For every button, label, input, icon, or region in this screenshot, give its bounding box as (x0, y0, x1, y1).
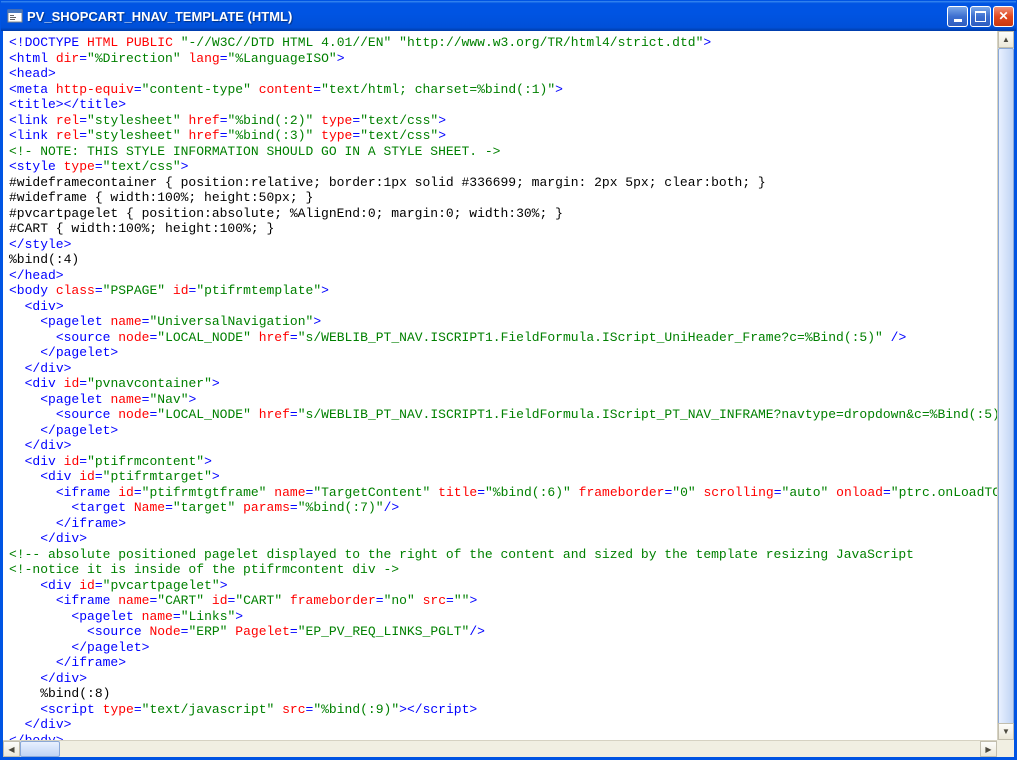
code-line[interactable]: </head> (9, 268, 991, 284)
code-line[interactable]: <source node="LOCAL_NODE" href="s/WEBLIB… (9, 330, 991, 346)
code-line[interactable]: #CART { width:100%; height:100%; } (9, 221, 991, 237)
titlebar[interactable]: PV_SHOPCART_HNAV_TEMPLATE (HTML) (1, 1, 1016, 31)
close-button[interactable] (993, 6, 1014, 27)
code-line[interactable]: <script type="text/javascript" src="%bin… (9, 702, 991, 718)
maximize-button[interactable] (970, 6, 991, 27)
minimize-button[interactable] (947, 6, 968, 27)
code-line[interactable]: <title></title> (9, 97, 991, 113)
code-line[interactable]: <iframe id="ptifrmtgtframe" name="Target… (9, 485, 991, 501)
window-title: PV_SHOPCART_HNAV_TEMPLATE (HTML) (27, 9, 947, 24)
code-line[interactable]: %bind(:8) (9, 686, 991, 702)
code-line[interactable]: <body class="PSPAGE" id="ptifrmtemplate"… (9, 283, 991, 299)
code-line[interactable]: </body> (9, 733, 991, 741)
code-line[interactable]: <!- NOTE: THIS STYLE INFORMATION SHOULD … (9, 144, 991, 160)
scroll-up-button[interactable]: ▲ (998, 31, 1014, 48)
code-line[interactable]: %bind(:4) (9, 252, 991, 268)
code-line[interactable]: </div> (9, 717, 991, 733)
code-line[interactable]: <pagelet name="UniversalNavigation"> (9, 314, 991, 330)
code-line[interactable]: </div> (9, 361, 991, 377)
code-line[interactable]: #wideframecontainer { position:relative;… (9, 175, 991, 191)
code-line[interactable]: </pagelet> (9, 423, 991, 439)
code-line[interactable]: <div id="pvnavcontainer"> (9, 376, 991, 392)
code-line[interactable]: <html dir="%Direction" lang="%LanguageIS… (9, 51, 991, 67)
vertical-scrollbar[interactable]: ▲ ▼ (997, 31, 1014, 740)
scroll-down-button[interactable]: ▼ (998, 723, 1014, 740)
code-line[interactable]: <div id="ptifrmcontent"> (9, 454, 991, 470)
code-line[interactable]: <iframe name="CART" id="CART" frameborde… (9, 593, 991, 609)
code-line[interactable]: </div> (9, 438, 991, 454)
vertical-scroll-thumb[interactable] (998, 48, 1014, 726)
code-line[interactable]: </iframe> (9, 516, 991, 532)
code-line[interactable]: <link rel="stylesheet" href="%bind(:3)" … (9, 128, 991, 144)
scroll-left-button[interactable]: ◀ (3, 741, 20, 757)
code-line[interactable]: <!-notice it is inside of the ptifrmcont… (9, 562, 991, 578)
horizontal-scrollbar[interactable]: ◀ ▶ (3, 740, 997, 757)
editor-window: PV_SHOPCART_HNAV_TEMPLATE (HTML) <!DOCTY… (0, 0, 1017, 760)
scroll-corner (997, 740, 1014, 757)
code-line[interactable]: <div id="pvcartpagelet"> (9, 578, 991, 594)
scroll-right-button[interactable]: ▶ (980, 741, 997, 757)
code-line[interactable]: <!-- absolute positioned pagelet display… (9, 547, 991, 563)
window-icon (7, 8, 23, 24)
code-line[interactable]: <target Name="target" params="%bind(:7)"… (9, 500, 991, 516)
code-line[interactable]: <link rel="stylesheet" href="%bind(:2)" … (9, 113, 991, 129)
code-line[interactable]: <source node="LOCAL_NODE" href="s/WEBLIB… (9, 407, 991, 423)
code-line[interactable]: #pvcartpagelet { position:absolute; %Ali… (9, 206, 991, 222)
code-line[interactable]: </pagelet> (9, 640, 991, 656)
code-line[interactable]: </div> (9, 531, 991, 547)
horizontal-scroll-thumb[interactable] (20, 741, 60, 757)
code-line[interactable]: <div id="ptifrmtarget"> (9, 469, 991, 485)
code-line[interactable]: <!DOCTYPE HTML PUBLIC "-//W3C//DTD HTML … (9, 35, 991, 51)
code-line[interactable]: </pagelet> (9, 345, 991, 361)
code-line[interactable]: <style type="text/css"> (9, 159, 991, 175)
code-line[interactable]: </div> (9, 671, 991, 687)
code-line[interactable]: </style> (9, 237, 991, 253)
code-line[interactable]: #wideframe { width:100%; height:50px; } (9, 190, 991, 206)
code-line[interactable]: <pagelet name="Links"> (9, 609, 991, 625)
code-line[interactable]: <pagelet name="Nav"> (9, 392, 991, 408)
code-line[interactable]: <head> (9, 66, 991, 82)
content-area: <!DOCTYPE HTML PUBLIC "-//W3C//DTD HTML … (1, 31, 1016, 759)
code-line[interactable]: <meta http-equiv="content-type" content=… (9, 82, 991, 98)
code-line[interactable]: <div> (9, 299, 991, 315)
code-editor[interactable]: <!DOCTYPE HTML PUBLIC "-//W3C//DTD HTML … (3, 31, 997, 740)
code-line[interactable]: </iframe> (9, 655, 991, 671)
code-line[interactable]: <source Node="ERP" Pagelet="EP_PV_REQ_LI… (9, 624, 991, 640)
